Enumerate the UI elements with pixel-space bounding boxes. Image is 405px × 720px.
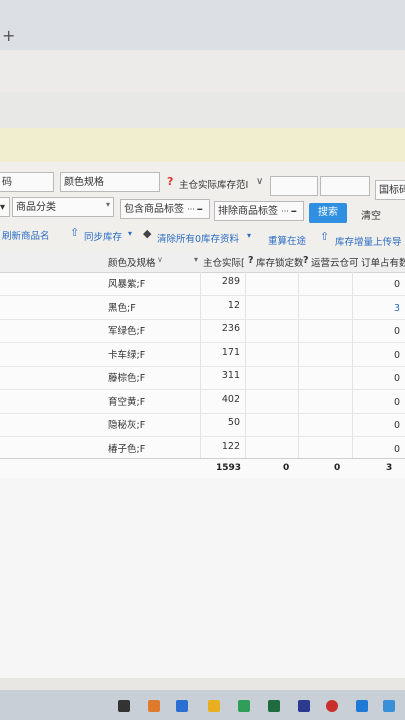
color-spec-cell: 藤棕色;F [108,373,146,384]
color-spec-cell: 黑色;F [108,302,136,314]
include-tag-select[interactable]: 包含商品标签 ··· ━ [120,199,210,219]
table-row[interactable]: 椿子色;F 122 0 [0,437,405,461]
taskbar-app-icon[interactable] [118,700,130,712]
taskbar-app-icon[interactable] [176,700,188,712]
color-spec-field[interactable]: 颜色规格 [60,172,160,192]
total-order-occupied: 3 [386,463,393,473]
totals-row [0,458,405,479]
order-occupied-cell: 0 [393,349,400,361]
dots-icon: ··· ━ [187,205,203,214]
taskbar-app-icon[interactable] [383,700,395,712]
include-tag-label: 包含商品标签 [124,204,184,215]
help-icon[interactable]: ? [167,175,173,188]
chevron-down-icon[interactable]: ∨ [256,176,263,187]
main-warehouse-qty-cell: 122 [221,440,240,452]
order-occupied-cell: 0 [393,326,400,337]
total-cloud-available: 0 [334,463,341,473]
folder-icon[interactable] [208,700,220,712]
table-row[interactable]: 藤棕色;F 311 0 [0,366,405,390]
clear-button[interactable]: 清空 [361,207,381,222]
taskbar-app-icon[interactable] [298,700,310,712]
new-tab-button[interactable]: + [2,26,15,45]
stock-range-max-input[interactable] [320,176,370,196]
header-main-warehouse[interactable]: 主仓实际[ [203,255,245,269]
order-occupied-cell: 0 [393,396,400,408]
clear-zero-stock-link[interactable]: 清除所有0库存资料 [157,231,239,245]
table-row[interactable]: 黑色;F 12 3 [0,296,405,320]
color-spec-cell: 育空黄;F [108,396,146,408]
browser-tab-bar [0,0,405,50]
order-occupied-cell: 0 [393,279,400,290]
chevron-down-icon[interactable]: ∨ [157,255,163,264]
main-warehouse-qty-cell: 50 [227,417,240,428]
color-spec-cell: 隐秘灰;F [108,420,146,431]
header-stock-locked[interactable]: 库存锁定数 [256,255,304,269]
exclude-tag-select[interactable]: 排除商品标签 ··· ━ [214,201,304,221]
help-icon[interactable]: ? [303,255,309,266]
table-row[interactable]: 风暴紫;F 289 0 [0,272,405,296]
bookmarks-bar [0,92,405,128]
barcode-field[interactable]: 国标码 [375,180,405,200]
product-category-select[interactable]: 商品分类 [12,197,114,217]
sync-stock-link[interactable]: 同步库存 [84,229,122,243]
recalc-in-transit-link[interactable]: 重算在途 [268,233,306,247]
header-color-spec[interactable]: 颜色及规格 [108,255,156,269]
taskbar-app-icon[interactable] [238,700,250,712]
main-warehouse-qty-cell: 289 [221,276,240,287]
table-row[interactable]: 卡车绿;F 171 0 [0,343,405,367]
taskbar-app-icon[interactable] [356,700,368,712]
left-dropdown[interactable]: ▾ [0,197,10,217]
header-cloud-available[interactable]: 运营云仓可 [311,255,359,269]
total-stock-locked: 0 [283,463,290,473]
help-icon[interactable]: ? [248,255,254,266]
os-taskbar [0,690,405,720]
address-bar-area [0,50,405,93]
header-order-occupied[interactable]: 订单占有数 [361,255,405,269]
order-occupied-cell: 0 [393,373,400,384]
main-warehouse-qty-cell: 311 [221,370,240,381]
grid-empty-area [0,478,405,678]
exclude-tag-label: 排除商品标签 [218,206,278,217]
order-occupied-cell: 0 [393,443,400,455]
order-occupied-cell: 3 [393,302,400,314]
main-warehouse-qty-cell: 402 [221,393,240,405]
color-spec-cell: 军绿色;F [108,326,146,337]
table-row[interactable]: 军绿色;F 236 0 [0,319,405,343]
search-button[interactable]: 搜索 [309,203,347,223]
upload-icon: ⇧ [70,226,80,239]
taskbar-app-icon[interactable] [148,700,160,712]
total-main-warehouse: 1593 [216,463,242,473]
color-spec-cell: 椿子色;F [108,443,146,455]
stock-range-min-input[interactable] [270,176,318,196]
code-field[interactable]: 码 [0,172,54,192]
main-warehouse-qty-cell: 12 [227,299,240,311]
refresh-name-link[interactable]: 刷新商品名 [2,228,50,242]
main-warehouse-qty-cell: 236 [221,323,240,334]
warehouse-stock-range-label: 主仓实际库存范I [179,180,249,191]
eraser-icon: ◆ [143,227,152,240]
chevron-down-icon: ▾ [247,231,252,240]
color-spec-cell: 卡车绿;F [108,349,146,361]
taskbar-app-icon[interactable] [268,700,280,712]
chevron-down-icon: ▾ [106,200,111,209]
notice-banner [0,128,405,162]
color-spec-cell: 风暴紫;F [108,279,146,290]
table-row[interactable]: 育空黄;F 402 0 [0,390,405,414]
main-warehouse-qty-cell: 171 [221,346,240,358]
upload-increment-link[interactable]: 库存增量上传导 [335,234,402,248]
browser-icon[interactable] [326,700,338,712]
chevron-down-icon: ▾ [128,229,133,238]
upload-icon: ⇧ [320,230,330,243]
table-row[interactable]: 隐秘灰;F 50 0 [0,413,405,437]
order-occupied-cell: 0 [393,420,400,431]
dots-icon: ··· ━ [281,207,297,216]
sort-icon[interactable]: ▾ [194,255,198,264]
